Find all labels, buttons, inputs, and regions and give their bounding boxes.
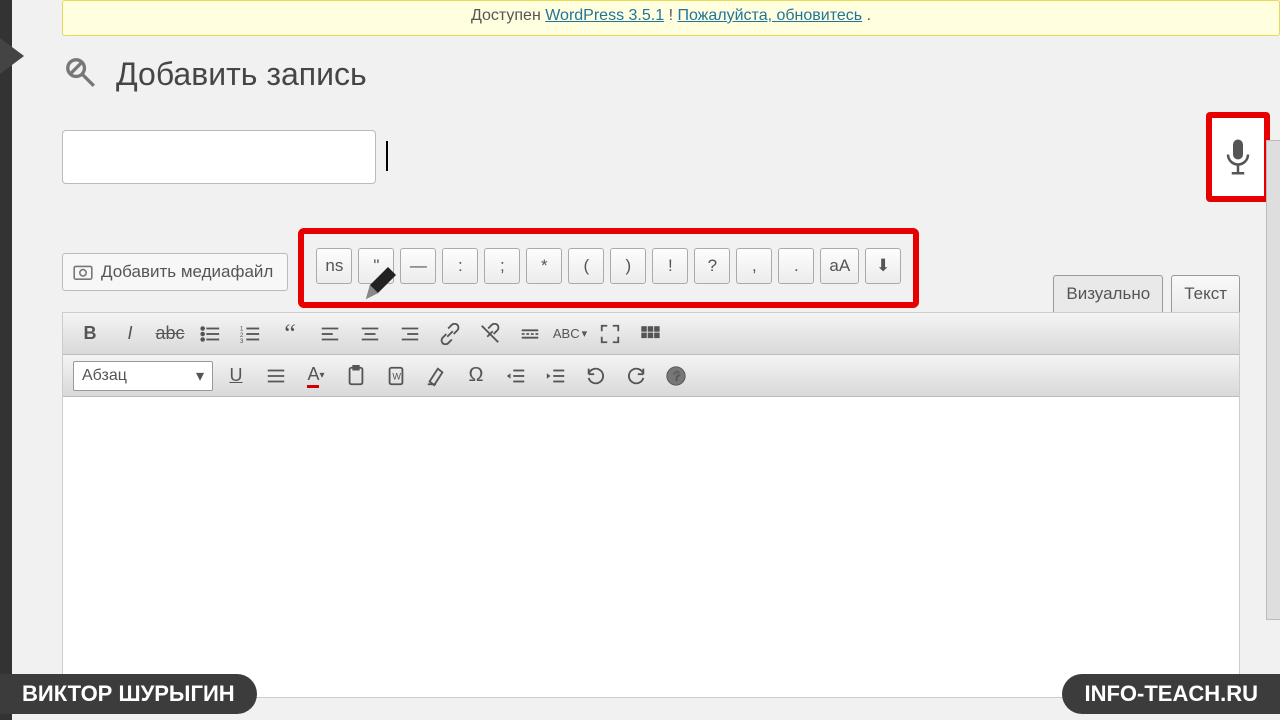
title-row — [62, 112, 1280, 202]
number-list-button[interactable]: 123 — [233, 319, 267, 349]
page-header: Добавить запись — [62, 54, 1280, 94]
main-content: Доступен WordPress 3.5.1 ! Пожалуйста, о… — [12, 0, 1280, 720]
italic-button[interactable]: I — [113, 319, 147, 349]
strike-button[interactable]: abc — [153, 319, 187, 349]
author-banner: ВИКТОР ШУРЫГИН — [0, 674, 257, 714]
svg-text:?: ? — [673, 368, 680, 383]
admin-sidebar — [0, 0, 12, 720]
editor: B I abc 123 “ ABC▾ Абзац ▾ U A ▾ W — [62, 312, 1240, 698]
spellcheck-button[interactable]: ABC▾ — [553, 319, 587, 349]
align-left-button[interactable] — [313, 319, 347, 349]
format-select[interactable]: Абзац ▾ — [73, 361, 213, 391]
add-media-button[interactable]: Добавить медиафайл — [62, 253, 288, 291]
more-button[interactable] — [513, 319, 547, 349]
punct-asterisk[interactable]: * — [526, 248, 562, 284]
editor-top-row: Добавить медиафайл ns " — : ; * ( ) ! ? … — [62, 232, 1280, 312]
align-center-button[interactable] — [353, 319, 387, 349]
help-button[interactable]: ? — [659, 361, 693, 391]
blockquote-button[interactable]: “ — [273, 319, 307, 349]
punct-comma[interactable]: , — [736, 248, 772, 284]
punct-dash[interactable]: — — [400, 248, 436, 284]
punct-semicolon[interactable]: ; — [484, 248, 520, 284]
punct-period[interactable]: . — [778, 248, 814, 284]
unlink-button[interactable] — [473, 319, 507, 349]
svg-text:3: 3 — [240, 338, 244, 345]
punct-lparen[interactable]: ( — [568, 248, 604, 284]
microphone-button[interactable] — [1206, 112, 1270, 202]
punct-quote[interactable]: " — [358, 248, 394, 284]
indent-button[interactable] — [539, 361, 573, 391]
toggle-toolbar-button[interactable] — [633, 319, 667, 349]
punct-colon[interactable]: : — [442, 248, 478, 284]
post-title-input[interactable] — [62, 130, 376, 184]
align-right-button[interactable] — [393, 319, 427, 349]
update-link[interactable]: Пожалуйста, обновитесь — [677, 7, 862, 24]
bullet-list-button[interactable] — [193, 319, 227, 349]
undo-button[interactable] — [579, 361, 613, 391]
camera-icon — [73, 264, 93, 280]
punct-case[interactable]: аА — [820, 248, 859, 284]
clear-format-button[interactable] — [419, 361, 453, 391]
chevron-down-icon: ▾ — [196, 366, 204, 386]
wp-version-link[interactable]: WordPress 3.5.1 — [545, 7, 664, 24]
punct-bang[interactable]: ! — [652, 248, 688, 284]
text-color-button[interactable]: A ▾ — [299, 361, 333, 391]
editor-body[interactable] — [63, 397, 1239, 697]
text-cursor — [386, 141, 388, 171]
special-char-button[interactable]: Ω — [459, 361, 493, 391]
format-select-label: Абзац — [82, 367, 127, 385]
editor-tabs: Визуально Текст — [1053, 275, 1240, 312]
svg-text:W: W — [392, 371, 401, 381]
page-title: Добавить запись — [116, 56, 367, 93]
punctuation-toolbar: ns " — : ; * ( ) ! ? , . аА ⬇ — [298, 228, 919, 308]
fullscreen-button[interactable] — [593, 319, 627, 349]
site-banner: INFO-TEACH.RU — [1062, 674, 1280, 714]
paste-text-button[interactable] — [339, 361, 373, 391]
underline-button[interactable]: U — [219, 361, 253, 391]
toolbar-row-1: B I abc 123 “ ABC▾ — [63, 313, 1239, 355]
pin-icon — [54, 46, 111, 103]
punct-down[interactable]: ⬇ — [865, 248, 901, 284]
bold-button[interactable]: B — [73, 319, 107, 349]
outdent-button[interactable] — [499, 361, 533, 391]
link-button[interactable] — [433, 319, 467, 349]
punct-ns[interactable]: ns — [316, 248, 352, 284]
update-notice: Доступен WordPress 3.5.1 ! Пожалуйста, о… — [62, 0, 1280, 36]
paste-word-button[interactable]: W — [379, 361, 413, 391]
sidebar-panel — [1266, 140, 1280, 620]
notice-text: Доступен — [471, 7, 545, 24]
punct-rparen[interactable]: ) — [610, 248, 646, 284]
redo-button[interactable] — [619, 361, 653, 391]
add-media-label: Добавить медиафайл — [101, 262, 273, 282]
notice-text: . — [867, 7, 871, 24]
tab-visual[interactable]: Визуально — [1053, 275, 1163, 312]
align-justify-button[interactable] — [259, 361, 293, 391]
toolbar-row-2: Абзац ▾ U A ▾ W Ω ? — [63, 355, 1239, 397]
tab-text[interactable]: Текст — [1171, 275, 1240, 312]
punct-question[interactable]: ? — [694, 248, 730, 284]
